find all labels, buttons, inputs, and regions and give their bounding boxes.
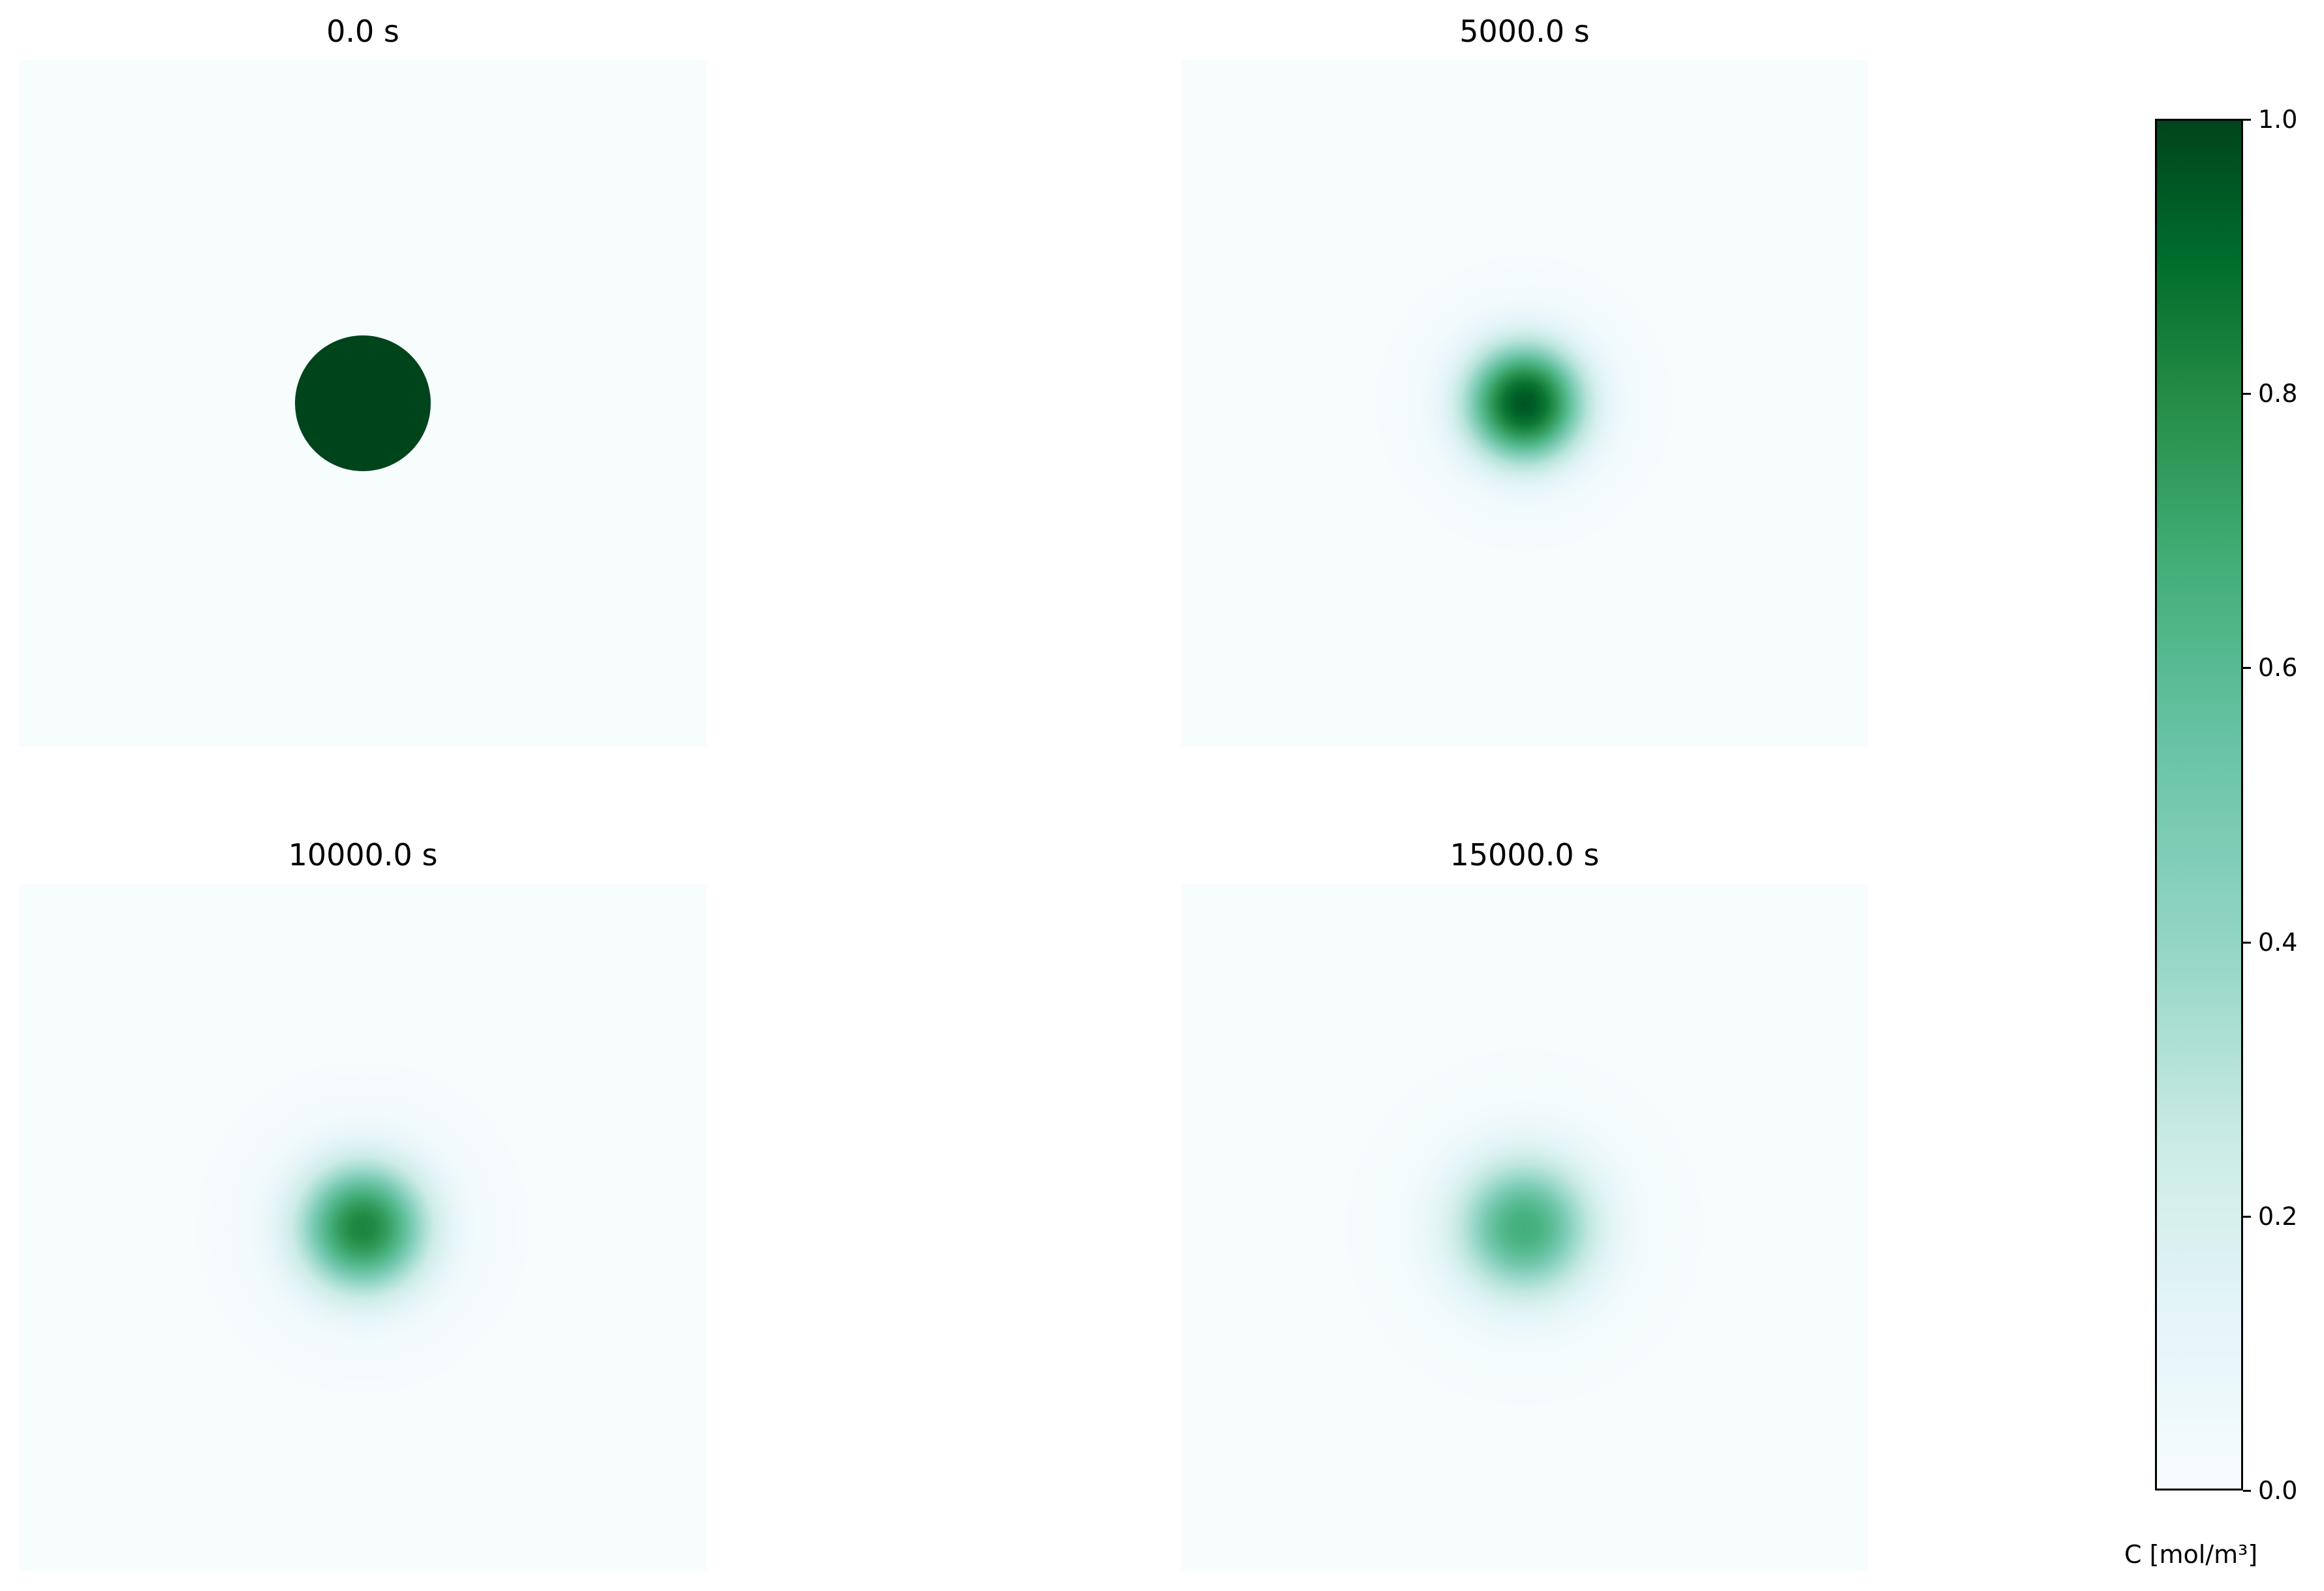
- colorbar: [2155, 119, 2243, 1491]
- concentration-blob-0: [295, 335, 431, 471]
- colorbar-tick: [2243, 667, 2251, 669]
- colorbar-tick: [2243, 1216, 2251, 1218]
- heatmap-panel-0: [20, 60, 706, 747]
- colorbar-tick-label: 0.4: [2258, 928, 2298, 957]
- colorbar-tick: [2243, 1490, 2251, 1492]
- panel-title-2: 10000.0 s: [288, 837, 438, 873]
- colorbar-tick-label: 0.0: [2258, 1476, 2298, 1505]
- concentration-blob-2: [193, 1058, 533, 1397]
- heatmap-panel-2: [20, 884, 706, 1571]
- panel-title-1: 5000.0 s: [1459, 14, 1590, 49]
- colorbar-tick-label: 0.6: [2258, 653, 2298, 682]
- heatmap-panel-3: [1181, 884, 1868, 1571]
- colorbar-tick-label: 1.0: [2258, 105, 2298, 134]
- colorbar-tick-label: 0.2: [2258, 1202, 2298, 1231]
- panel-title-0: 0.0 s: [326, 14, 399, 49]
- colorbar-tick: [2243, 942, 2251, 944]
- colorbar-tick: [2243, 119, 2251, 121]
- colorbar-label: C [mol/m³]: [2124, 1540, 2258, 1569]
- colorbar-tick: [2243, 393, 2251, 395]
- colorbar-tick-label: 0.8: [2258, 379, 2298, 408]
- heatmap-panel-1: [1181, 60, 1868, 747]
- concentration-blob-1: [1374, 253, 1675, 553]
- panel-title-3: 15000.0 s: [1449, 837, 1600, 873]
- concentration-blob-3: [1342, 1045, 1707, 1410]
